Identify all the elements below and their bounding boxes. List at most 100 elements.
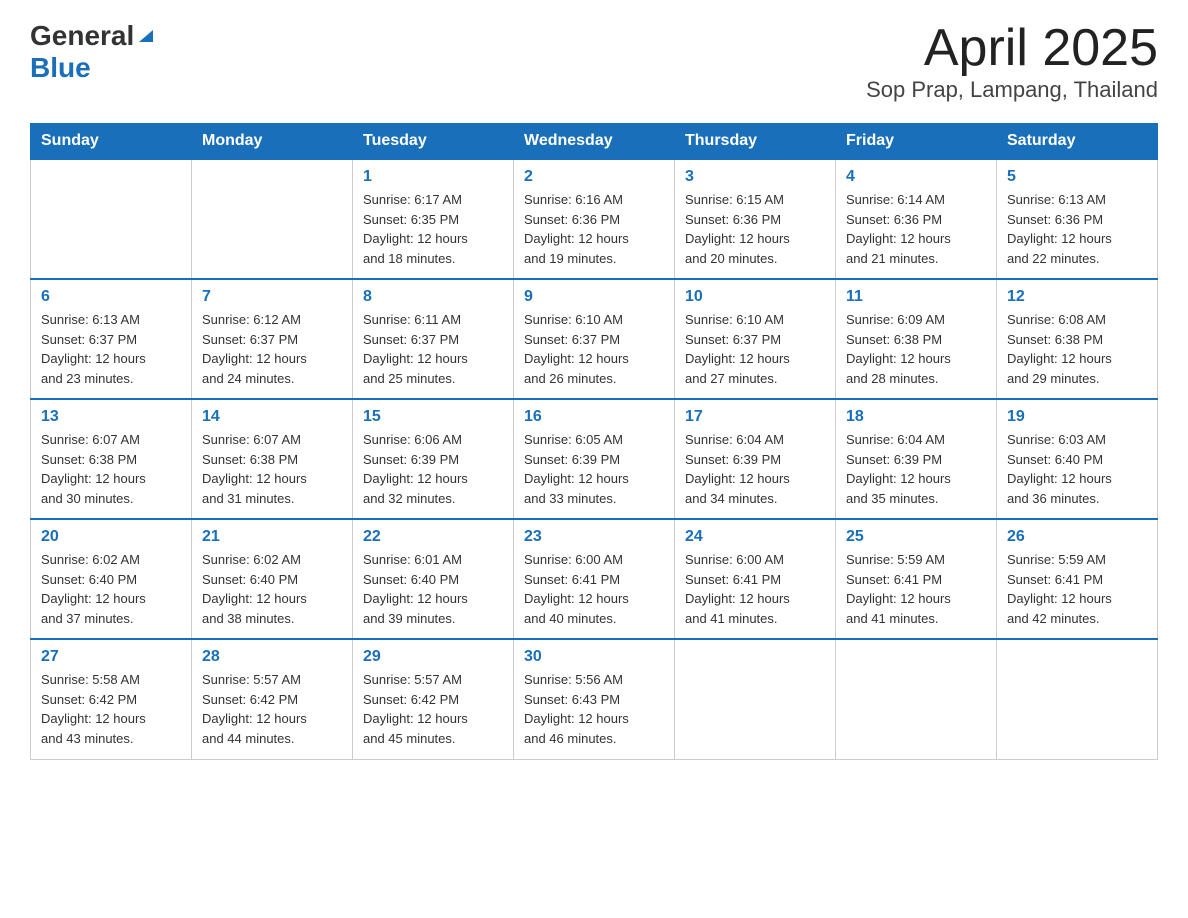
day-number: 26 — [1007, 528, 1147, 546]
day-number: 13 — [41, 408, 181, 426]
day-number: 19 — [1007, 408, 1147, 426]
day-number: 4 — [846, 168, 986, 186]
calendar-cell: 3 Sunrise: 6:15 AM Sunset: 6:36 PM Daylig… — [675, 159, 836, 279]
day-info: Sunrise: 5:56 AM Sunset: 6:43 PM Dayligh… — [524, 670, 664, 748]
calendar-cell: 18 Sunrise: 6:04 AM Sunset: 6:39 PM Dayli… — [836, 399, 997, 519]
calendar-cell: 5 Sunrise: 6:13 AM Sunset: 6:36 PM Daylig… — [997, 159, 1158, 279]
calendar-cell: 20Sunrise: 6:02 AM Sunset: 6:40 PM Dayli… — [31, 519, 192, 639]
calendar-cell: 7 Sunrise: 6:12 AM Sunset: 6:37 PM Daylig… — [192, 279, 353, 399]
calendar-cell: 30 Sunrise: 5:56 AM Sunset: 6:43 PM Dayli… — [514, 639, 675, 759]
day-info: Sunrise: 5:57 AM Sunset: 6:42 PM Dayligh… — [363, 670, 503, 748]
day-info: Sunrise: 6:00 AM Sunset: 6:41 PM Dayligh… — [524, 550, 664, 628]
day-number: 28 — [202, 648, 342, 666]
day-number: 24 — [685, 528, 825, 546]
day-number: 30 — [524, 648, 664, 666]
calendar-cell: 24 Sunrise: 6:00 AM Sunset: 6:41 PM Dayli… — [675, 519, 836, 639]
calendar-cell: 23 Sunrise: 6:00 AM Sunset: 6:41 PM Dayli… — [514, 519, 675, 639]
col-sunday: Sunday — [31, 124, 192, 160]
logo-general-text: General — [30, 20, 134, 52]
day-info: Sunrise: 6:10 AM Sunset: 6:37 PM Dayligh… — [524, 310, 664, 388]
day-info: Sunrise: 5:59 AM Sunset: 6:41 PM Dayligh… — [1007, 550, 1147, 628]
day-number: 27 — [41, 648, 181, 666]
day-number: 6 — [41, 288, 181, 306]
title-section: April 2025 Sop Prap, Lampang, Thailand — [866, 20, 1158, 103]
day-info: Sunrise: 5:58 AM Sunset: 6:42 PM Dayligh… — [41, 670, 181, 748]
calendar-cell: 12Sunrise: 6:08 AM Sunset: 6:38 PM Dayli… — [997, 279, 1158, 399]
calendar-cell: 28 Sunrise: 5:57 AM Sunset: 6:42 PM Dayli… — [192, 639, 353, 759]
day-number: 7 — [202, 288, 342, 306]
day-number: 16 — [524, 408, 664, 426]
col-wednesday: Wednesday — [514, 124, 675, 160]
day-info: Sunrise: 6:05 AM Sunset: 6:39 PM Dayligh… — [524, 430, 664, 508]
calendar-cell: 11Sunrise: 6:09 AM Sunset: 6:38 PM Dayli… — [836, 279, 997, 399]
day-info: Sunrise: 6:13 AM Sunset: 6:37 PM Dayligh… — [41, 310, 181, 388]
calendar-cell: 16 Sunrise: 6:05 AM Sunset: 6:39 PM Dayli… — [514, 399, 675, 519]
day-info: Sunrise: 6:02 AM Sunset: 6:40 PM Dayligh… — [202, 550, 342, 628]
calendar-cell: 19 Sunrise: 6:03 AM Sunset: 6:40 PM Dayli… — [997, 399, 1158, 519]
logo: General Blue — [30, 20, 155, 84]
day-info: Sunrise: 6:14 AM Sunset: 6:36 PM Dayligh… — [846, 190, 986, 268]
day-number: 9 — [524, 288, 664, 306]
day-number: 8 — [363, 288, 503, 306]
calendar-cell — [836, 639, 997, 759]
calendar-cell: 8 Sunrise: 6:11 AM Sunset: 6:37 PM Daylig… — [353, 279, 514, 399]
calendar-cell: 22 Sunrise: 6:01 AM Sunset: 6:40 PM Dayli… — [353, 519, 514, 639]
day-info: Sunrise: 6:15 AM Sunset: 6:36 PM Dayligh… — [685, 190, 825, 268]
calendar-cell: 26 Sunrise: 5:59 AM Sunset: 6:41 PM Dayli… — [997, 519, 1158, 639]
day-number: 17 — [685, 408, 825, 426]
calendar-week-row: 27 Sunrise: 5:58 AM Sunset: 6:42 PM Dayli… — [31, 639, 1158, 759]
calendar-week-row: 1Sunrise: 6:17 AM Sunset: 6:35 PM Daylig… — [31, 159, 1158, 279]
col-friday: Friday — [836, 124, 997, 160]
day-number: 22 — [363, 528, 503, 546]
location-title: Sop Prap, Lampang, Thailand — [866, 77, 1158, 103]
page-header: General Blue April 2025 Sop Prap, Lampan… — [30, 20, 1158, 103]
day-number: 1 — [363, 168, 503, 186]
day-info: Sunrise: 6:07 AM Sunset: 6:38 PM Dayligh… — [202, 430, 342, 508]
day-number: 23 — [524, 528, 664, 546]
day-number: 5 — [1007, 168, 1147, 186]
calendar-cell: 21Sunrise: 6:02 AM Sunset: 6:40 PM Dayli… — [192, 519, 353, 639]
day-info: Sunrise: 6:02 AM Sunset: 6:40 PM Dayligh… — [41, 550, 181, 628]
col-tuesday: Tuesday — [353, 124, 514, 160]
calendar-week-row: 13 Sunrise: 6:07 AM Sunset: 6:38 PM Dayli… — [31, 399, 1158, 519]
calendar-cell — [675, 639, 836, 759]
day-info: Sunrise: 6:00 AM Sunset: 6:41 PM Dayligh… — [685, 550, 825, 628]
col-thursday: Thursday — [675, 124, 836, 160]
calendar-cell: 17Sunrise: 6:04 AM Sunset: 6:39 PM Dayli… — [675, 399, 836, 519]
calendar-week-row: 6 Sunrise: 6:13 AM Sunset: 6:37 PM Daylig… — [31, 279, 1158, 399]
day-number: 14 — [202, 408, 342, 426]
calendar-cell: 9 Sunrise: 6:10 AM Sunset: 6:37 PM Daylig… — [514, 279, 675, 399]
day-info: Sunrise: 6:03 AM Sunset: 6:40 PM Dayligh… — [1007, 430, 1147, 508]
logo-triangle-icon — [137, 26, 155, 49]
col-saturday: Saturday — [997, 124, 1158, 160]
day-number: 18 — [846, 408, 986, 426]
day-info: Sunrise: 6:09 AM Sunset: 6:38 PM Dayligh… — [846, 310, 986, 388]
day-info: Sunrise: 6:11 AM Sunset: 6:37 PM Dayligh… — [363, 310, 503, 388]
day-info: Sunrise: 6:10 AM Sunset: 6:37 PM Dayligh… — [685, 310, 825, 388]
logo-blue-text: Blue — [30, 52, 91, 83]
calendar-cell: 4 Sunrise: 6:14 AM Sunset: 6:36 PM Daylig… — [836, 159, 997, 279]
day-info: Sunrise: 6:04 AM Sunset: 6:39 PM Dayligh… — [846, 430, 986, 508]
day-info: Sunrise: 6:01 AM Sunset: 6:40 PM Dayligh… — [363, 550, 503, 628]
calendar-cell: 14 Sunrise: 6:07 AM Sunset: 6:38 PM Dayli… — [192, 399, 353, 519]
calendar-header-row: Sunday Monday Tuesday Wednesday Thursday… — [31, 124, 1158, 160]
day-number: 12 — [1007, 288, 1147, 306]
calendar-cell: 25 Sunrise: 5:59 AM Sunset: 6:41 PM Dayli… — [836, 519, 997, 639]
day-info: Sunrise: 6:13 AM Sunset: 6:36 PM Dayligh… — [1007, 190, 1147, 268]
day-number: 29 — [363, 648, 503, 666]
day-info: Sunrise: 6:06 AM Sunset: 6:39 PM Dayligh… — [363, 430, 503, 508]
calendar-cell — [31, 159, 192, 279]
calendar-cell: 29 Sunrise: 5:57 AM Sunset: 6:42 PM Dayli… — [353, 639, 514, 759]
day-number: 2 — [524, 168, 664, 186]
day-info: Sunrise: 5:59 AM Sunset: 6:41 PM Dayligh… — [846, 550, 986, 628]
calendar-cell: 27 Sunrise: 5:58 AM Sunset: 6:42 PM Dayli… — [31, 639, 192, 759]
month-title: April 2025 — [866, 20, 1158, 77]
day-number: 3 — [685, 168, 825, 186]
day-info: Sunrise: 5:57 AM Sunset: 6:42 PM Dayligh… — [202, 670, 342, 748]
calendar-table: Sunday Monday Tuesday Wednesday Thursday… — [30, 123, 1158, 760]
day-info: Sunrise: 6:12 AM Sunset: 6:37 PM Dayligh… — [202, 310, 342, 388]
calendar-cell — [192, 159, 353, 279]
day-number: 10 — [685, 288, 825, 306]
calendar-cell: 15Sunrise: 6:06 AM Sunset: 6:39 PM Dayli… — [353, 399, 514, 519]
day-number: 25 — [846, 528, 986, 546]
